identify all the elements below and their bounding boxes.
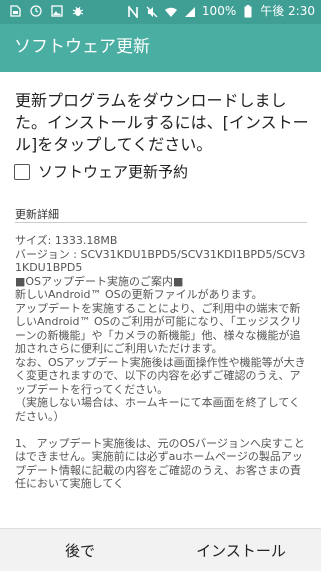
battery-percent: 100% — [201, 4, 237, 18]
status-bar-left — [8, 4, 85, 18]
footer-bar: 後で インストール — [0, 528, 321, 571]
details-divider — [15, 222, 307, 223]
status-bar: 100% 午後 2:30 — [0, 0, 321, 24]
app-bar: ソフトウェア更新 — [0, 24, 321, 72]
details-section-title: 更新詳細 — [15, 208, 59, 221]
later-button[interactable]: 後で — [0, 529, 160, 571]
schedule-update-checkbox[interactable] — [14, 164, 30, 180]
wifi-icon — [164, 5, 178, 19]
schedule-update-label: ソフトウェア更新予約 — [38, 163, 189, 181]
battery-icon — [241, 5, 255, 19]
update-message: 更新プログラムをダウンロードしました。インストールするには、[インストール]をタ… — [15, 91, 309, 154]
clock-time: 午後 2:30 — [260, 4, 315, 18]
clock-icon — [29, 4, 43, 18]
image-icon — [50, 4, 64, 18]
bug-icon — [71, 4, 85, 18]
sim-card-icon — [8, 4, 22, 18]
status-bar-right: 100% 午後 2:30 — [126, 4, 315, 19]
update-details-text: サイズ: 1333.18MB バージョン : SCV31KDU1BPD5/SCV… — [15, 234, 306, 490]
update-content[interactable]: 更新プログラムをダウンロードしました。インストールするには、[インストール]をタ… — [0, 72, 321, 528]
signal-icon — [183, 5, 197, 19]
install-button[interactable]: インストール — [161, 529, 321, 571]
nfc-icon — [126, 5, 140, 19]
page-title: ソフトウェア更新 — [14, 37, 150, 57]
mute-icon — [145, 5, 159, 19]
schedule-update-checkbox-row[interactable]: ソフトウェア更新予約 — [14, 162, 188, 182]
